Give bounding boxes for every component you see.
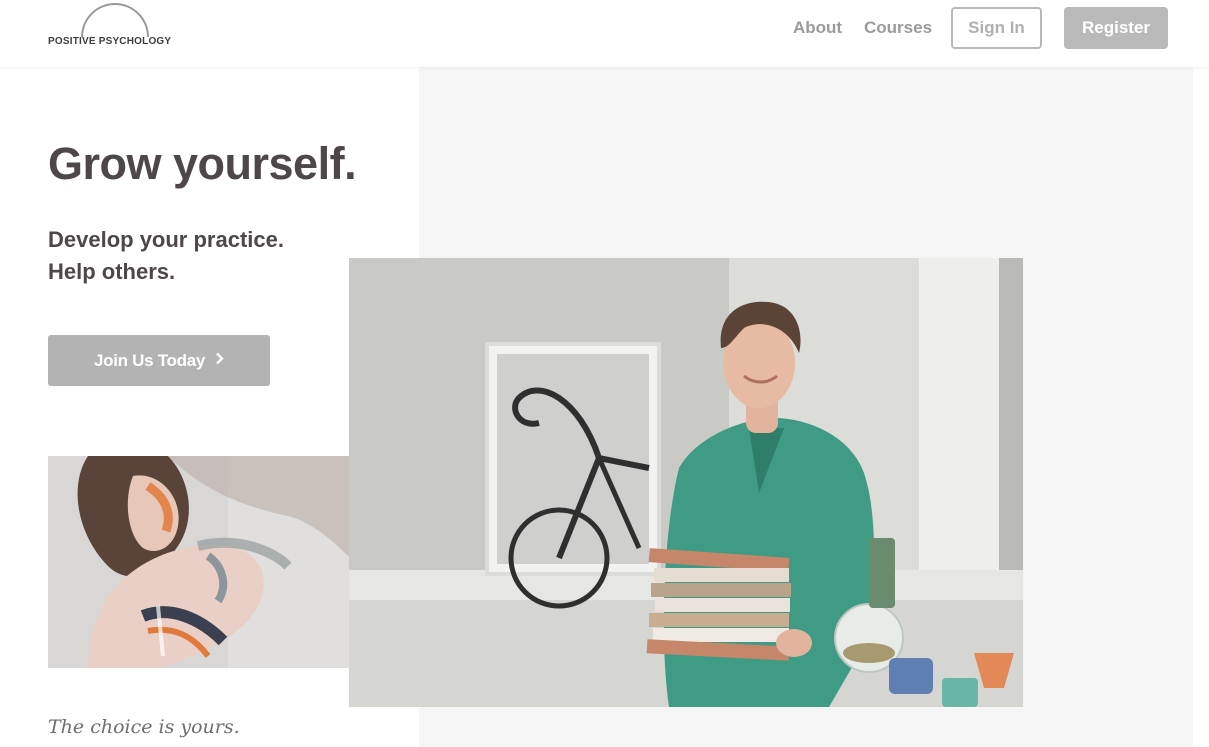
logo-arc-icon bbox=[81, 3, 149, 37]
sign-in-button[interactable]: Sign In bbox=[951, 7, 1042, 49]
tagline-text: The choice is yours. bbox=[48, 716, 240, 738]
nav-courses-link[interactable]: Courses bbox=[864, 18, 932, 38]
hero-subtitle-line1: Develop your practice. bbox=[48, 227, 284, 252]
logo[interactable]: POSITIVE PSYCHOLOGY bbox=[48, 2, 188, 52]
painted-portrait-image bbox=[48, 456, 355, 668]
hero-subtitle-line2: Help others. bbox=[48, 259, 176, 284]
small-photo-card bbox=[48, 436, 375, 688]
nav-about-link[interactable]: About bbox=[793, 18, 842, 38]
logo-text: POSITIVE PSYCHOLOGY bbox=[48, 36, 172, 47]
site-header: POSITIVE PSYCHOLOGY About Courses Sign I… bbox=[0, 0, 1209, 67]
join-us-button[interactable]: Join Us Today bbox=[48, 335, 270, 386]
join-us-label: Join Us Today bbox=[93, 350, 206, 370]
register-button[interactable]: Register bbox=[1064, 7, 1168, 49]
hero-title: Grow yourself. bbox=[48, 138, 357, 189]
hero-subtitle: Develop your practice. Help others. bbox=[48, 224, 284, 288]
woman-with-books-image bbox=[349, 258, 1023, 707]
chevron-right-icon bbox=[215, 352, 224, 370]
